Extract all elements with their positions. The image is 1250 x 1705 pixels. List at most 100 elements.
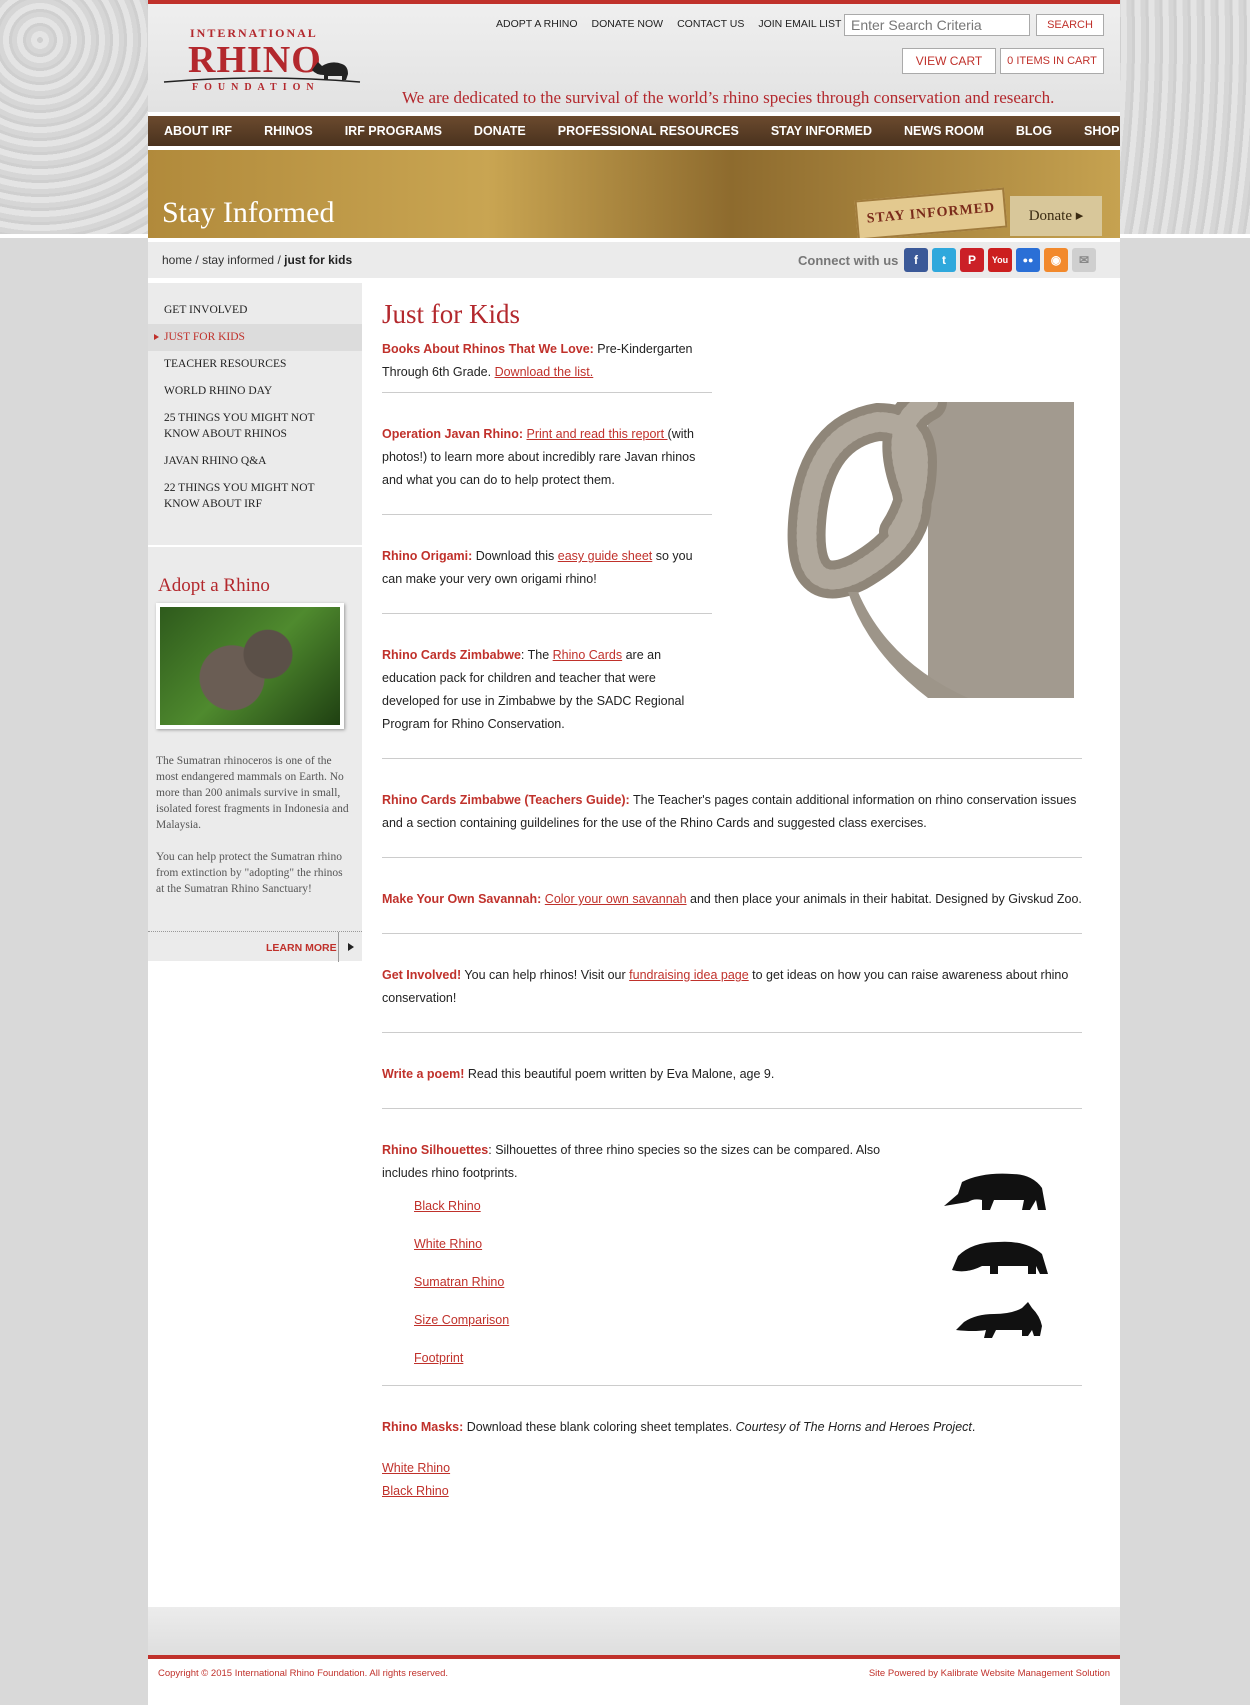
fundraising-link[interactable]: fundraising idea page <box>629 968 749 982</box>
breadcrumb-home[interactable]: home <box>162 253 192 267</box>
rhino-silhouettes-image <box>944 1173 1048 1338</box>
search-input[interactable]: Enter Search Criteria <box>844 14 1030 36</box>
page-title: Just for Kids <box>382 299 521 329</box>
breadcrumb-stay-informed[interactable]: stay informed <box>202 253 274 267</box>
sidebar-item-25-things[interactable]: 25 THINGS YOU MIGHT NOT KNOW ABOUT RHINO… <box>148 405 362 448</box>
nav-blog[interactable]: BLOG <box>1016 124 1052 138</box>
irf-logo[interactable]: INTERNATIONAL RHINO FOUNDATION <box>162 20 372 98</box>
nav-professional-resources[interactable]: PROFESSIONAL RESOURCES <box>558 124 739 138</box>
rhino-cards-text-1: : The <box>520 648 553 662</box>
sumatran-rhino-photo[interactable] <box>156 603 344 729</box>
twitter-icon[interactable]: t <box>932 248 956 272</box>
savannah-text: and then place your animals in their hab… <box>686 892 1082 906</box>
footer-band <box>148 1607 1120 1659</box>
footprint-link[interactable]: Footprint <box>414 1351 463 1365</box>
logo-rhino-icon <box>163 62 361 83</box>
download-list-link[interactable]: Download the list. <box>495 365 594 379</box>
adopt-a-rhino-panel: Adopt a Rhino The Sumatran rhinoceros is… <box>148 545 362 897</box>
join-email-list-link[interactable]: JOIN EMAIL LIST <box>758 18 841 30</box>
sumatran-rhino-link[interactable]: Sumatran Rhino <box>414 1275 504 1289</box>
size-comparison-link[interactable]: Size Comparison <box>414 1313 509 1327</box>
powered-by-link[interactable]: Site Powered by Kalibrate Website Manage… <box>828 1668 1110 1679</box>
banner-donate-button[interactable]: Donate ▸ <box>1010 196 1102 236</box>
nav-news-room[interactable]: NEWS ROOM <box>904 124 984 138</box>
stay-informed-badge: STAY INFORMED <box>854 187 1008 238</box>
page-container: INTERNATIONAL RHINO FOUNDATION ADOPT A R… <box>148 0 1120 1705</box>
nav-donate[interactable]: DONATE <box>474 124 526 138</box>
social-icons: f t P You ●● ◉ ✉ <box>904 248 1096 272</box>
banner-title: Stay Informed <box>162 196 335 229</box>
learn-more-button[interactable]: LEARN MORE <box>148 931 362 962</box>
adopt-call-to-action: You can help protect the Sumatran rhino … <box>156 851 343 895</box>
section-banner: Stay Informed STAY INFORMED Donate ▸ <box>148 150 1120 238</box>
javan-label: Operation Javan Rhino: <box>382 427 523 441</box>
white-rhino-mask-link[interactable]: White Rhino <box>382 1457 1082 1480</box>
color-savannah-link[interactable]: Color your own savannah <box>545 892 687 906</box>
white-rhino-silhouette <box>952 1241 1048 1274</box>
books-label: Books About Rhinos That We Love: <box>382 342 594 356</box>
sidebar: GET INVOLVED JUST FOR KIDS TEACHER RESOU… <box>148 283 362 962</box>
white-rhino-link[interactable]: White Rhino <box>414 1237 482 1251</box>
nav-stay-informed[interactable]: STAY INFORMED <box>771 124 872 138</box>
divider <box>382 613 712 614</box>
nav-about-irf[interactable]: ABOUT IRF <box>164 124 232 138</box>
rhino-cards-link[interactable]: Rhino Cards <box>553 648 622 662</box>
sidebar-item-teacher-resources[interactable]: TEACHER RESOURCES <box>148 351 362 378</box>
breadcrumb-separator: / <box>195 253 199 267</box>
adopt-description: The Sumatran rhinoceros is one of the mo… <box>156 755 349 831</box>
pinterest-icon[interactable]: P <box>960 248 984 272</box>
nav-irf-programs[interactable]: IRF PROGRAMS <box>345 124 442 138</box>
masks-text: Download these blank coloring sheet temp… <box>463 1420 736 1434</box>
flickr-icon[interactable]: ●● <box>1016 248 1040 272</box>
divider <box>382 1385 1082 1386</box>
silhouettes-label: Rhino Silhouettes <box>382 1143 489 1157</box>
javan-item: Operation Javan Rhino: Print and read th… <box>382 423 712 492</box>
main-nav: ABOUT IRF RHINOS IRF PROGRAMS DONATE PRO… <box>148 116 1120 146</box>
learn-more-label: LEARN MORE <box>266 942 337 954</box>
books-item: Books About Rhinos That We Love: Pre-Kin… <box>382 338 712 384</box>
nav-rhinos[interactable]: RHINOS <box>264 124 313 138</box>
teachers-guide-label: Rhino Cards Zimbabwe (Teachers Guide): <box>382 793 630 807</box>
site-tagline: We are dedicated to the survival of the … <box>402 88 1055 107</box>
breadcrumb-current: just for kids <box>284 253 353 267</box>
masks-label: Rhino Masks: <box>382 1420 464 1434</box>
youtube-icon[interactable]: You <box>988 248 1012 272</box>
origami-guide-link[interactable]: easy guide sheet <box>558 549 653 563</box>
view-cart-button[interactable]: VIEW CART <box>902 48 996 74</box>
email-icon[interactable]: ✉ <box>1072 248 1096 272</box>
rss-icon[interactable]: ◉ <box>1044 248 1068 272</box>
adopt-title: Adopt a Rhino <box>158 575 270 596</box>
copyright-text: Copyright © 2015 International Rhino Fou… <box>158 1668 449 1679</box>
adopt-a-rhino-link[interactable]: ADOPT A RHINO <box>496 18 578 30</box>
savannah-label: Make Your Own Savannah: <box>382 892 542 906</box>
divider <box>382 857 1082 858</box>
cart-items-count[interactable]: 0 ITEMS IN CART <box>1000 48 1104 74</box>
get-involved-text-1: You can help rhinos! Visit our <box>461 968 630 982</box>
search-button[interactable]: SEARCH <box>1036 14 1104 36</box>
javan-report-link[interactable]: Print and read this report <box>526 427 667 441</box>
rhino-cards-item: Rhino Cards Zimbabwe: The Rhino Cards ar… <box>382 644 712 736</box>
get-involved-label: Get Involved! <box>382 968 462 982</box>
origami-item: Rhino Origami: Download this easy guide … <box>382 545 712 591</box>
nav-shop[interactable]: SHOP <box>1084 124 1119 138</box>
contact-us-link[interactable]: CONTACT US <box>677 18 744 30</box>
breadcrumb: home / stay informed / just for kids <box>162 253 352 267</box>
facebook-icon[interactable]: f <box>904 248 928 272</box>
black-rhino-link[interactable]: Black Rhino <box>414 1199 481 1213</box>
silhouettes-item: Rhino Silhouettes: Silhouettes of three … <box>382 1139 902 1185</box>
black-rhino-mask-link[interactable]: Black Rhino <box>382 1480 1082 1503</box>
utility-links: ADOPT A RHINO DONATE NOW CONTACT US JOIN… <box>496 18 841 30</box>
divider <box>382 1032 1082 1033</box>
divider <box>382 758 1082 759</box>
mask-links: White Rhino Black Rhino <box>382 1457 1082 1503</box>
sidebar-item-javan-rhino-qa[interactable]: JAVAN RHINO Q&A <box>148 448 362 475</box>
sidebar-item-just-for-kids[interactable]: JUST FOR KIDS <box>148 324 362 351</box>
narrow-column: Books About Rhinos That We Love: Pre-Kin… <box>382 338 712 736</box>
masks-credit: Courtesy of The Horns and Heroes Project <box>735 1420 972 1434</box>
get-involved-item: Get Involved! You can help rhinos! Visit… <box>382 964 1082 1010</box>
poem-item: Write a poem! Read this beautiful poem w… <box>382 1063 1082 1086</box>
sidebar-item-world-rhino-day[interactable]: WORLD RHINO DAY <box>148 378 362 405</box>
donate-now-link[interactable]: DONATE NOW <box>592 18 664 30</box>
sidebar-item-22-things-irf[interactable]: 22 THINGS YOU MIGHT NOT KNOW ABOUT IRF <box>148 475 362 518</box>
sidebar-item-get-involved[interactable]: GET INVOLVED <box>148 297 362 324</box>
